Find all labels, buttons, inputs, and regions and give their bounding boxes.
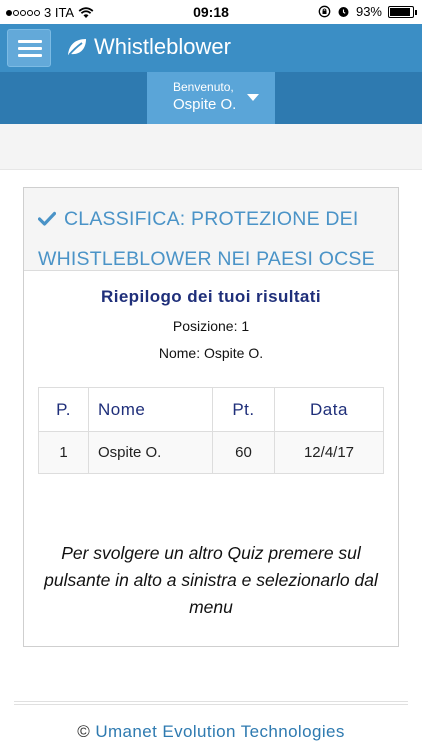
menu-button[interactable] (7, 29, 51, 67)
spacer-band (0, 124, 422, 170)
user-bar: Benvenuto, Ospite O. (0, 72, 422, 124)
cell-date: 12/4/17 (274, 431, 384, 474)
instructions-text: Per svolgere un altro Quiz premere sul p… (44, 543, 378, 617)
panel-heading: CLASSIFICA: PROTEZIONE DEI WHISTLEBLOWER… (24, 188, 398, 271)
check-icon (38, 211, 56, 226)
cell-name: Ospite O. (88, 431, 213, 474)
battery-icon (388, 5, 417, 18)
app-brand[interactable]: Whistleblower (66, 34, 231, 60)
position-line: Posizione: 1 (172, 318, 250, 334)
user-dropdown[interactable]: Benvenuto, Ospite O. (147, 72, 275, 124)
user-name: Ospite O. (173, 96, 237, 113)
summary-title: Riepilogo dei tuoi risultati (101, 287, 321, 306)
copyright-symbol: © (77, 722, 91, 741)
status-bar: 3 ITA 09:18 93% (0, 0, 422, 24)
leaf-icon (68, 39, 86, 56)
cell-points: 60 (212, 431, 275, 474)
header-date: Data (274, 387, 384, 432)
cell-position: 1 (38, 431, 89, 474)
table-header-row: P. Nome Pt. Data (38, 387, 384, 432)
top-navbar: Whistleblower (0, 24, 422, 72)
results-table: P. Nome Pt. Data 1 Ospite O. 60 12/4/17 (38, 387, 384, 474)
app-title: Whistleblower (94, 34, 231, 59)
greeting-label: Benvenuto, (173, 80, 234, 94)
header-position: P. (38, 387, 89, 432)
header-name: Nome (88, 387, 213, 432)
table-row: 1 Ospite O. 60 12/4/17 (38, 431, 384, 474)
battery-percent: 93% (355, 4, 382, 19)
company-link[interactable]: Umanet Evolution Technologies (95, 722, 344, 741)
footer: © Umanet Evolution Technologies (0, 722, 422, 742)
header-points: Pt. (212, 387, 275, 432)
orientation-lock-icon (318, 5, 331, 18)
results-panel: CLASSIFICA: PROTEZIONE DEI WHISTLEBLOWER… (23, 187, 399, 647)
panel-title: CLASSIFICA: PROTEZIONE DEI WHISTLEBLOWER… (38, 208, 375, 270)
name-line: Nome: Ospite O. (158, 345, 264, 361)
alarm-icon (338, 7, 349, 17)
footer-divider (14, 701, 408, 705)
chevron-down-icon (247, 94, 259, 101)
